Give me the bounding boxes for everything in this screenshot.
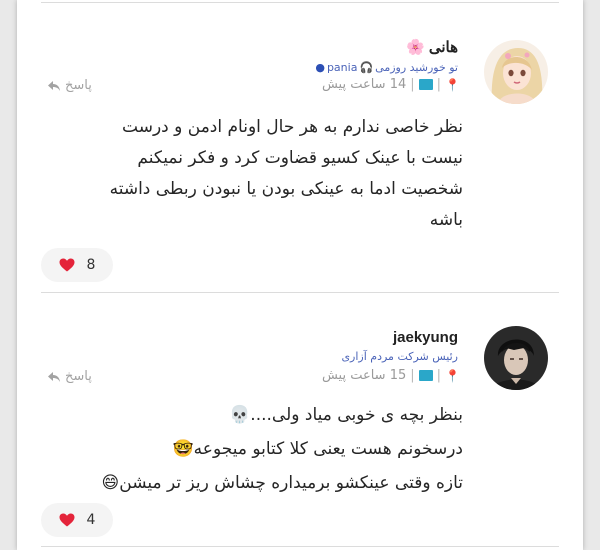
comment-time: 15 ساعت پیش [321,368,407,383]
divider [41,292,559,293]
headphones-icon: 🎧 [359,61,374,74]
reply-button[interactable]: پاسخ [47,369,92,384]
author-subtitle: رئیس شرکت مردم آزاری [341,350,458,363]
comment-body: بنظر بچه ی خوبی میاد ولی....💀 درسخونم هس… [101,405,463,493]
comment-meta: 📍 | | 14 ساعت پیش [321,77,460,92]
heart-icon [59,513,75,527]
reply-label: پاسخ [65,369,92,384]
like-button[interactable]: 4 [41,503,113,537]
comment-author[interactable]: jaekyung [393,329,458,346]
flag-icon[interactable] [418,370,433,381]
avatar-image [484,40,548,104]
reply-label: پاسخ [65,78,92,93]
reply-icon [48,371,60,382]
pin-icon[interactable]: 📍 [445,369,460,383]
author-name: jaekyung [392,329,458,346]
author-subtitle: تو خورشید روزمی 🎧 pania ● [315,61,458,74]
paw-icon: ● [315,61,325,74]
comment-time: 14 ساعت پیش [321,77,407,92]
divider [41,2,559,3]
avatar-image [484,326,548,390]
divider [41,546,559,547]
reply-button[interactable]: پاسخ [47,78,92,93]
like-count: 4 [86,512,96,528]
author-name: هانی [428,39,458,56]
subtitle-text: تو خورشید روزمی [375,61,458,74]
comment-meta: 📍 | | 15 ساعت پیش [321,368,460,383]
avatar[interactable] [484,40,548,104]
heart-icon [59,258,75,272]
comments-panel: هانی 🌸 تو خورشید روزمی 🎧 pania ● 📍 | | 1… [17,0,583,550]
comment-body: نظر خاصی ندارم به هر حال اونام ادمن و در… [109,117,463,230]
comment-author[interactable]: هانی 🌸 [406,38,458,56]
subtitle-user: pania [326,61,358,74]
pin-icon[interactable]: 📍 [445,78,460,92]
like-count: 8 [86,257,96,273]
avatar[interactable] [484,326,548,390]
like-button[interactable]: 8 [41,248,113,282]
flower-icon: 🌸 [406,38,425,56]
flag-icon[interactable] [418,79,433,90]
subtitle-text: رئیس شرکت مردم آزاری [341,350,458,363]
reply-icon [48,80,60,91]
